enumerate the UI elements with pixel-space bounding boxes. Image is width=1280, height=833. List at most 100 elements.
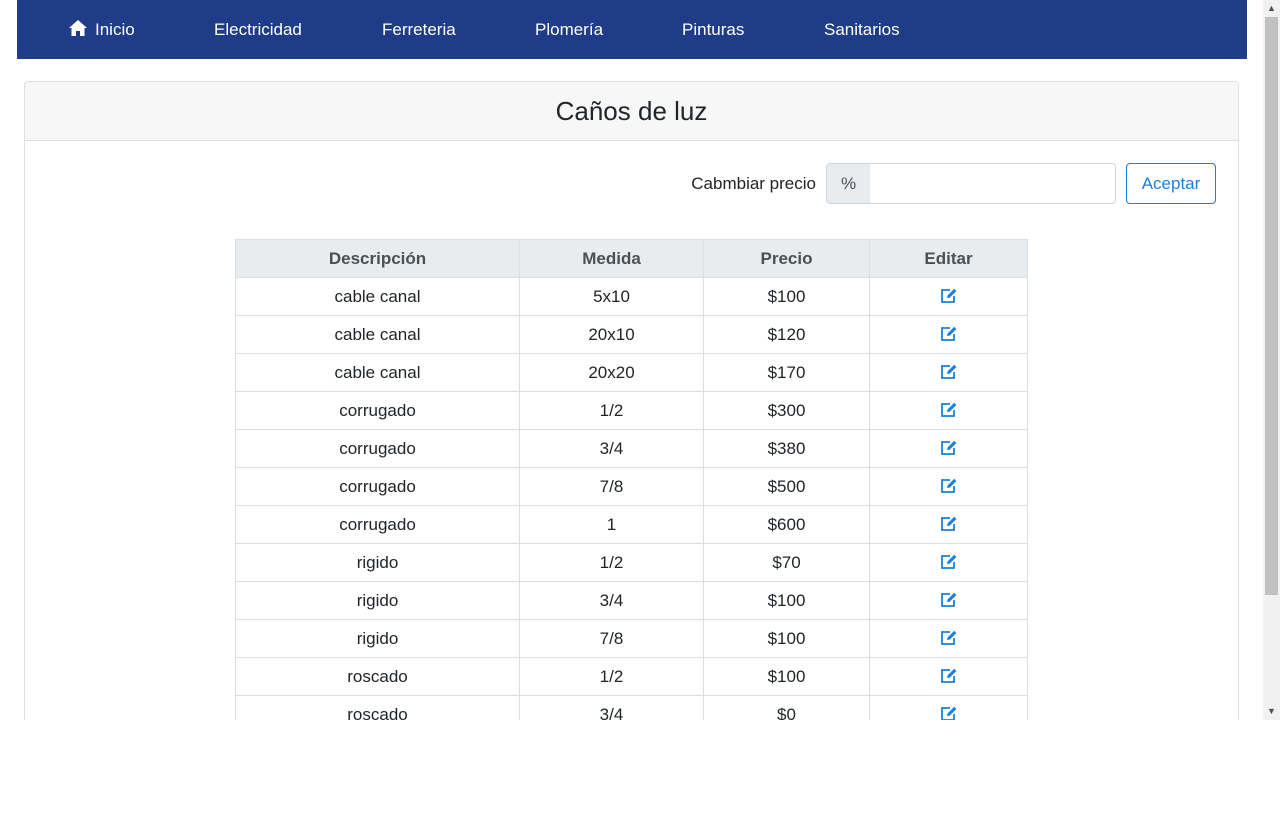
table-row: cable canal 5x10 $100 [235,277,1028,316]
cell-precio: $100 [703,581,870,620]
cell-editar [869,581,1028,620]
nav-item-label: Plomería [535,20,604,39]
scroll-thumb[interactable] [1265,17,1278,595]
table-row: roscado 3/4 $0 [235,695,1028,721]
cell-medida: 1/2 [519,657,704,696]
price-change-input[interactable] [870,163,1116,204]
card-title: Caños de luz [25,82,1238,141]
nav-item-electricidad[interactable]: Electricidad [214,0,302,59]
cell-medida: 20x20 [519,353,704,392]
column-header-editar: Editar [869,239,1028,278]
cell-precio: $100 [703,657,870,696]
column-header-precio[interactable]: Precio [703,239,870,278]
top-navbar: Inicio Electricidad Ferreteria Plomería … [17,0,1247,59]
cell-editar [869,467,1028,506]
edit-icon[interactable] [940,478,958,494]
edit-icon[interactable] [940,554,958,570]
cell-medida: 3/4 [519,695,704,720]
cell-descripcion: rigido [235,619,520,658]
cell-editar [869,543,1028,582]
cell-descripcion: corrugado [235,467,520,506]
products-table: Descripción Medida Precio Editar cable c… [235,239,1028,720]
edit-icon[interactable] [940,402,958,418]
edit-icon[interactable] [940,592,958,608]
edit-icon[interactable] [940,326,958,342]
scroll-up-arrow-icon[interactable]: ▲ [1263,0,1280,17]
cell-medida: 1 [519,505,704,544]
cell-descripcion: cable canal [235,315,520,354]
home-icon [69,20,87,36]
cell-editar [869,695,1028,721]
price-change-label: Cabmbiar precio [691,174,816,193]
scroll-down-arrow-icon[interactable]: ▼ [1263,703,1280,720]
cell-medida: 20x10 [519,315,704,354]
cell-precio: $500 [703,467,870,506]
cell-precio: $380 [703,429,870,468]
nav-item-label: Inicio [95,20,135,39]
cell-precio: $70 [703,543,870,582]
table-body: cable canal 5x10 $100 cable canal 20x10 $120 c… [235,277,1028,721]
cell-medida: 5x10 [519,277,704,316]
nav-item-inicio[interactable]: Inicio [68,0,135,59]
table-row: corrugado 3/4 $380 [235,429,1028,468]
table-header-row: Descripción Medida Precio Editar [235,239,1028,278]
table-row: rigido 7/8 $100 [235,619,1028,658]
cell-medida: 1/2 [519,543,704,582]
price-change-input-group: % [826,163,1116,204]
edit-icon[interactable] [940,706,958,721]
cell-editar [869,619,1028,658]
cell-editar [869,315,1028,354]
edit-icon[interactable] [940,364,958,380]
cell-descripcion: corrugado [235,505,520,544]
edit-icon[interactable] [940,288,958,304]
nav-item-label: Electricidad [214,20,302,39]
cell-medida: 7/8 [519,619,704,658]
cell-descripcion: rigido [235,543,520,582]
cell-precio: $300 [703,391,870,430]
edit-icon[interactable] [940,516,958,532]
cell-editar [869,353,1028,392]
cell-descripcion: corrugado [235,391,520,430]
cell-precio: $120 [703,315,870,354]
edit-icon[interactable] [940,668,958,684]
cell-descripcion: cable canal [235,353,520,392]
accept-button[interactable]: Aceptar [1126,163,1216,204]
cell-precio: $100 [703,619,870,658]
cell-medida: 3/4 [519,581,704,620]
cell-precio: $100 [703,277,870,316]
nav-item-pinturas[interactable]: Pinturas [682,0,744,59]
vertical-scrollbar[interactable]: ▲ ▼ [1263,0,1280,720]
cell-descripcion: roscado [235,657,520,696]
cell-descripcion: roscado [235,695,520,720]
table-row: corrugado 1 $600 [235,505,1028,544]
table-row: rigido 1/2 $70 [235,543,1028,582]
cell-editar [869,429,1028,468]
table-row: rigido 3/4 $100 [235,581,1028,620]
cell-descripcion: corrugado [235,429,520,468]
edit-icon[interactable] [940,630,958,646]
cell-precio: $600 [703,505,870,544]
nav-item-label: Sanitarios [824,20,900,39]
nav-item-sanitarios[interactable]: Sanitarios [824,0,900,59]
table-row: roscado 1/2 $100 [235,657,1028,696]
nav-item-plomeria[interactable]: Plomería [535,0,603,59]
cell-descripcion: cable canal [235,277,520,316]
cell-precio: $0 [703,695,870,720]
edit-icon[interactable] [940,440,958,456]
cell-descripcion: rigido [235,581,520,620]
nav-item-label: Pinturas [682,20,745,39]
cell-medida: 3/4 [519,429,704,468]
nav-item-ferreteria[interactable]: Ferreteria [382,0,456,59]
percent-prefix: % [826,163,871,204]
cell-editar [869,277,1028,316]
cell-medida: 7/8 [519,467,704,506]
column-header-descripcion[interactable]: Descripción [235,239,520,278]
cell-editar [869,505,1028,544]
table-row: cable canal 20x20 $170 [235,353,1028,392]
cell-editar [869,657,1028,696]
table-row: corrugado 1/2 $300 [235,391,1028,430]
table-row: corrugado 7/8 $500 [235,467,1028,506]
nav-item-label: Ferreteria [382,20,456,39]
cell-editar [869,391,1028,430]
column-header-medida[interactable]: Medida [519,239,704,278]
